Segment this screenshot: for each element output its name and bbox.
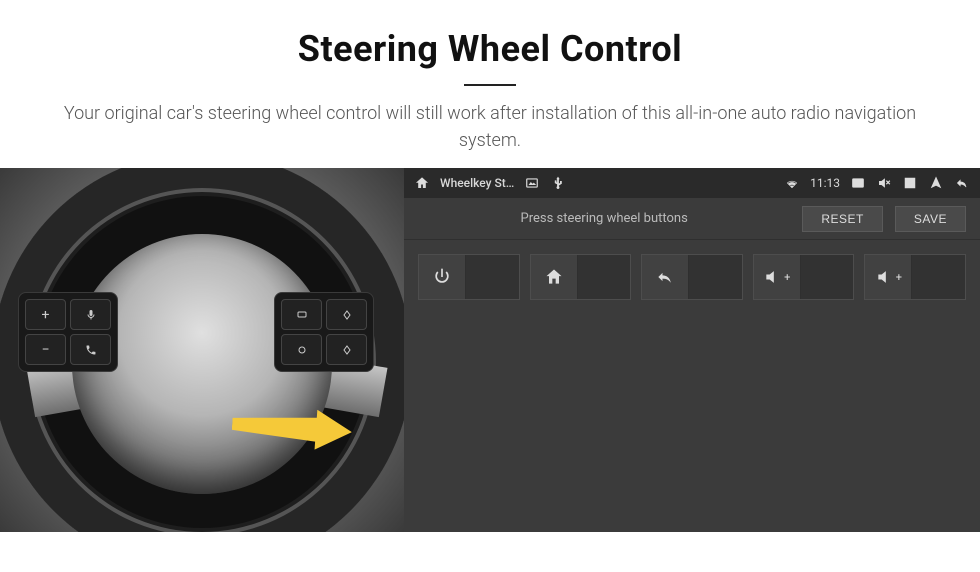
mapping-slot [465, 255, 519, 299]
status-time: 11:13 [810, 176, 840, 190]
usb-icon [550, 175, 566, 191]
volume-up-icon: + [754, 255, 800, 299]
wheel-btn-plus: + [25, 299, 66, 330]
mapping-cell-power[interactable] [418, 254, 520, 300]
cast-icon[interactable] [850, 175, 866, 191]
mapping-slot [911, 255, 965, 299]
reset-button[interactable]: RESET [802, 206, 883, 232]
wheel-btn-phone-icon [70, 334, 111, 365]
wheel-btn-diamond-up-icon [326, 299, 367, 330]
wheel-btn-mode-icon [281, 299, 322, 330]
mapping-cell-back[interactable] [641, 254, 743, 300]
page-subtitle: Your original car's steering wheel contr… [50, 100, 930, 154]
mapping-slot [688, 255, 742, 299]
screen-empty-area [404, 300, 980, 532]
mapping-cell-volup-2[interactable]: + [864, 254, 966, 300]
app-title: Wheelkey St… [440, 176, 514, 190]
wheel-btn-mic-icon [70, 299, 111, 330]
content-row: + − [0, 168, 980, 532]
mapping-cell-home[interactable] [530, 254, 632, 300]
back-action-icon [642, 255, 688, 299]
page-title: Steering Wheel Control [40, 28, 940, 70]
close-window-icon[interactable] [902, 175, 918, 191]
head-unit-screen: Wheelkey St… 11:13 [404, 168, 980, 532]
nav-icon[interactable] [928, 175, 944, 191]
wheel-btn-minus: − [25, 334, 66, 365]
back-nav-icon[interactable] [954, 175, 970, 191]
mapping-slot [577, 255, 631, 299]
picture-icon [524, 175, 540, 191]
config-bar: Press steering wheel buttons RESET SAVE [404, 198, 980, 240]
wheel-right-button-pad [274, 292, 374, 372]
mapping-grid: + + [404, 240, 980, 300]
save-button[interactable]: SAVE [895, 206, 966, 232]
power-icon [419, 255, 465, 299]
home-action-icon [531, 255, 577, 299]
wifi-icon [784, 175, 800, 191]
home-icon[interactable] [414, 175, 430, 191]
config-prompt: Press steering wheel buttons [418, 211, 790, 226]
wheel-btn-circle-icon [281, 334, 322, 365]
mute-icon[interactable] [876, 175, 892, 191]
status-bar: Wheelkey St… 11:13 [404, 168, 980, 198]
pointing-arrow-icon [232, 408, 352, 448]
volume-up-icon: + [865, 255, 911, 299]
title-divider [464, 84, 516, 86]
steering-wheel-photo: + − [0, 168, 404, 532]
wheel-btn-diamond-down-icon [326, 334, 367, 365]
wheel-left-button-pad: + − [18, 292, 118, 372]
mapping-slot [800, 255, 854, 299]
mapping-cell-volup-1[interactable]: + [753, 254, 855, 300]
